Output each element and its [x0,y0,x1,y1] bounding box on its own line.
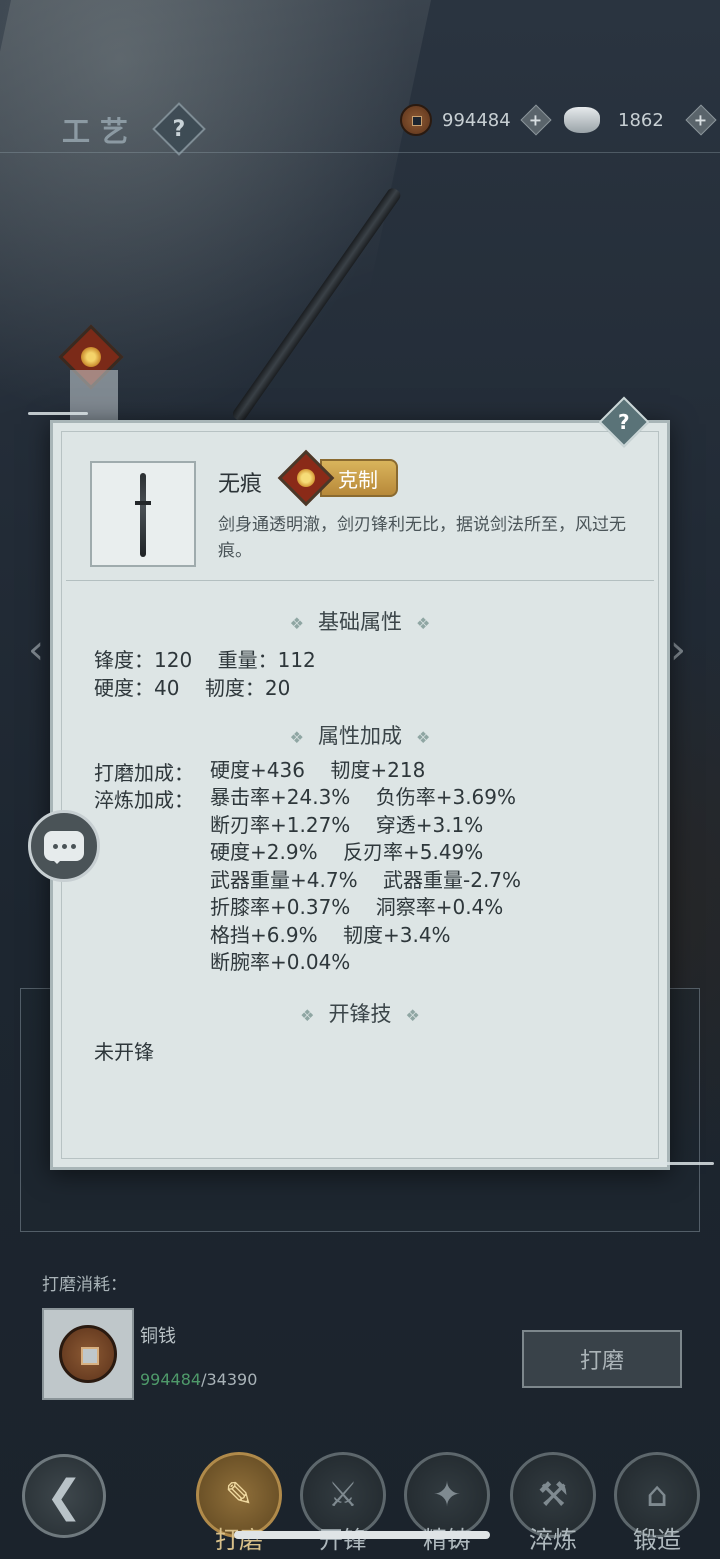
cost-have: 994484 [140,1370,202,1389]
basic-stats-line: 锋度：120 重量：112 [94,648,316,672]
ornament-icon: ❖ [416,728,431,747]
temper-bonus-values: 暴击率+24.3% 负伤率+3.69% 断刃率+1.27% 穿透+3.1% 硬度… [210,785,522,974]
silver-amount: 1862 [618,109,664,131]
cost-label: 打磨消耗： [42,1275,127,1295]
cost-amount: 994484/34390 [140,1370,257,1389]
copper-amount: 994484 [442,109,511,131]
copper-coin-icon [59,1325,117,1383]
section-title-basic: ❖ 基础属性 ❖ [289,610,431,634]
ornament-icon: ❖ [289,728,304,747]
copper-currency: 994484 + [400,102,552,138]
header-divider [0,152,720,153]
card-divider [66,580,654,581]
silver-currency: 1862 + [564,102,717,138]
copper-coin-icon [400,104,432,136]
ornament-icon: ❖ [416,614,431,633]
counter-tag: 克制 [277,449,398,507]
cost-item-name: 铜钱 [140,1326,176,1347]
question-icon: ? [618,409,630,434]
add-copper-button[interactable]: + [520,104,552,136]
chat-button[interactable] [28,810,100,882]
page-title: 工艺 [62,115,139,148]
ornament-icon: ❖ [405,1006,420,1025]
ornament-icon: ❖ [300,1006,315,1025]
tab-label: 锻造 [633,1526,681,1554]
basic-stats-line: 硬度：40 韧度：20 [94,676,291,700]
cloud-ornament [630,1162,714,1165]
home-indicator [234,1531,490,1539]
question-icon: ? [172,116,186,142]
grind-bonus-label: 打磨加成： [94,761,194,785]
cost-item-slot[interactable] [42,1308,134,1400]
item-name: 无痕 [218,472,263,497]
item-thumbnail [90,461,196,567]
add-silver-button[interactable]: + [685,104,717,136]
cost-need: /34390 [201,1370,258,1389]
tab-label: 淬炼 [529,1526,577,1554]
cloud-ornament [28,412,88,415]
grind-button[interactable]: 打磨 [522,1330,682,1388]
next-arrow-icon[interactable]: › [670,630,700,670]
temper-bonus-label: 淬炼加成： [94,788,194,812]
section-title-skill: ❖ 开锋技 ❖ [300,1002,420,1026]
silver-ingot-icon [564,107,600,133]
tab-forge[interactable]: ⌂ 锻造 [614,1452,700,1554]
plus-icon: + [529,110,543,130]
grind-bonus-values: 硬度+436 韧度+218 [210,758,426,782]
ornament-icon: ❖ [289,614,304,633]
section-title-bonus: ❖ 属性加成 ❖ [289,724,431,748]
sword-icon [140,473,146,557]
tab-temper[interactable]: ⚒ 淬炼 [510,1452,596,1554]
back-arrow-icon: ❮ [45,1470,83,1522]
back-button[interactable]: ❮ [22,1454,106,1538]
plus-icon: + [694,110,708,130]
item-description: 剑身通透明澈，剑刃锋利无比，据说剑法所至，风过无痕。 [218,515,626,561]
skill-value: 未开锋 [94,1040,154,1064]
chat-bubble-icon [44,831,84,864]
